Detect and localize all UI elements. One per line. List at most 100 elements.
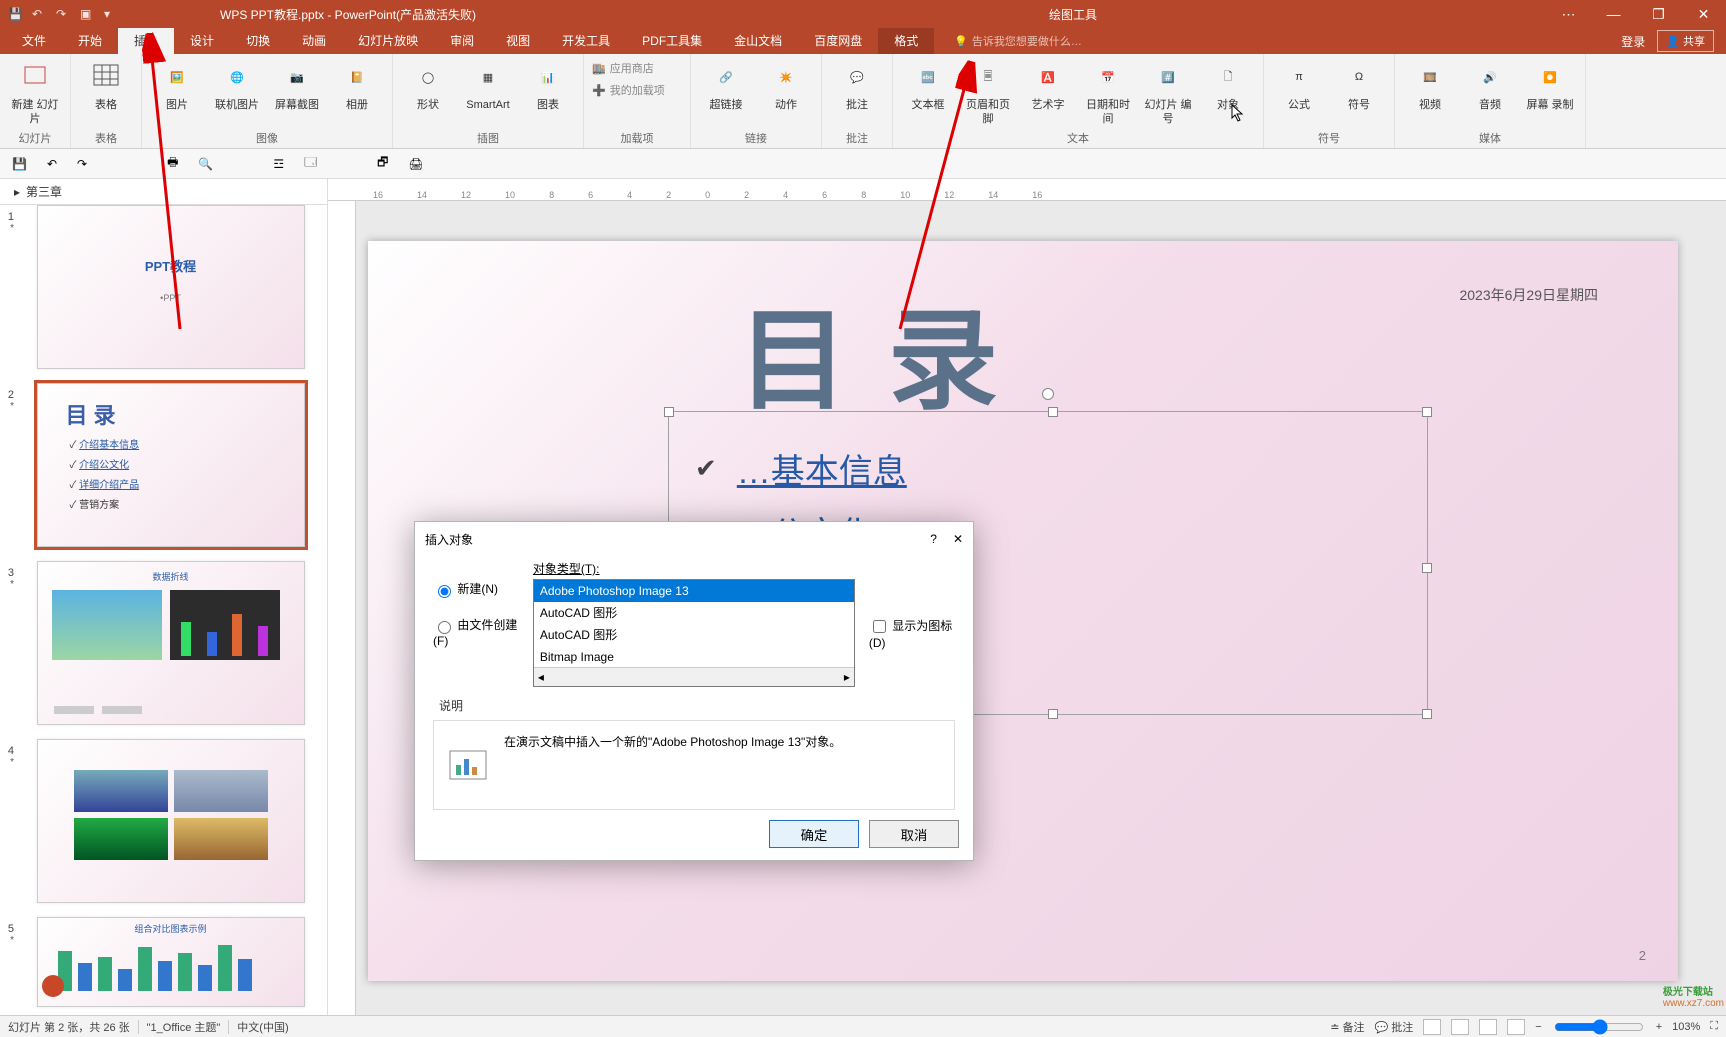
cancel-button[interactable]: 取消 bbox=[869, 820, 959, 848]
tab-insert[interactable]: 插入 bbox=[118, 28, 174, 54]
dialog-close-icon[interactable]: ✕ bbox=[953, 532, 963, 546]
zoom-percent[interactable]: 103% bbox=[1672, 1021, 1700, 1033]
hyperlink-button[interactable]: 🔗超链接 bbox=[699, 60, 753, 112]
resize-handle-se[interactable] bbox=[1422, 709, 1432, 719]
thumb-row-5[interactable]: 5* 组合对比图表示例 bbox=[0, 917, 323, 1015]
view-normal-icon[interactable] bbox=[1423, 1019, 1441, 1035]
notes-button[interactable]: ≐ 备注 bbox=[1330, 1019, 1364, 1035]
ok-button[interactable]: 确定 bbox=[769, 820, 859, 848]
smartart-button[interactable]: ▦SmartArt bbox=[461, 60, 515, 112]
close-button[interactable]: ✕ bbox=[1681, 0, 1726, 28]
view-reading-icon[interactable] bbox=[1479, 1019, 1497, 1035]
tab-file[interactable]: 文件 bbox=[6, 28, 62, 54]
bullet-1[interactable]: ✔…基本信息 bbox=[695, 444, 1401, 493]
resize-handle-s[interactable] bbox=[1048, 709, 1058, 719]
resize-handle-ne[interactable] bbox=[1422, 407, 1432, 417]
fit-to-window-icon[interactable]: ⛶ bbox=[1710, 1020, 1718, 1033]
status-language[interactable]: 中文(中国) bbox=[237, 1019, 288, 1035]
thumb-row-1[interactable]: 1* PPT教程 •PPT bbox=[0, 205, 323, 383]
qat-undo-icon[interactable]: ↶ bbox=[47, 157, 57, 171]
myaddin-button[interactable]: ➕我的加载项 bbox=[592, 82, 682, 98]
list-item[interactable]: Bitmap Image bbox=[534, 646, 854, 668]
view-slideshow-icon[interactable] bbox=[1507, 1019, 1525, 1035]
outline-section-header[interactable]: ▸ 第三章 bbox=[0, 179, 328, 205]
qat-extra2-icon[interactable]: 🗔 bbox=[304, 153, 317, 174]
action-button[interactable]: ✴️动作 bbox=[759, 60, 813, 112]
tab-home[interactable]: 开始 bbox=[62, 28, 118, 54]
screenrec-button[interactable]: ⏺️屏幕 录制 bbox=[1523, 60, 1577, 112]
comments-button[interactable]: 💬 批注 bbox=[1375, 1019, 1414, 1035]
zoom-slider[interactable] bbox=[1554, 1019, 1644, 1035]
wordart-button[interactable]: 🅰️艺术字 bbox=[1021, 60, 1075, 112]
headerfooter-button[interactable]: 🗏页眉和页脚 bbox=[961, 60, 1015, 126]
picture-button[interactable]: 🖼️图片 bbox=[150, 60, 204, 112]
qat-extra4-icon[interactable]: 🖨 bbox=[408, 157, 423, 171]
save-icon[interactable]: 💾 bbox=[8, 7, 22, 21]
undo-icon[interactable]: ↶ bbox=[32, 7, 46, 21]
object-button[interactable]: 🗋 对象 bbox=[1201, 60, 1255, 112]
slideshow-icon[interactable]: ▣ bbox=[80, 7, 94, 21]
radio-new[interactable]: 新建(N) bbox=[433, 580, 519, 598]
qat-print-icon[interactable]: 🖶 bbox=[167, 153, 178, 174]
object-type-listbox[interactable]: Adobe Photoshop Image 13 AutoCAD 图形 Auto… bbox=[533, 579, 855, 687]
tab-slideshow[interactable]: 幻灯片放映 bbox=[342, 28, 434, 54]
screenshot-button[interactable]: 📷屏幕截图 bbox=[270, 60, 324, 112]
tab-dev[interactable]: 开发工具 bbox=[546, 28, 626, 54]
album-button[interactable]: 📔相册 bbox=[330, 60, 384, 112]
dialog-help-icon[interactable]: ? bbox=[930, 532, 937, 546]
login-link[interactable]: 登录 bbox=[1621, 33, 1645, 50]
equation-button[interactable]: π公式 bbox=[1272, 60, 1326, 112]
resize-handle-n[interactable] bbox=[1048, 407, 1058, 417]
qat-extra1-icon[interactable]: ☲ bbox=[273, 157, 284, 171]
resize-handle-nw[interactable] bbox=[664, 407, 674, 417]
comment-button[interactable]: 💬批注 bbox=[830, 60, 884, 112]
dropdown-icon[interactable]: ▾ bbox=[104, 7, 118, 21]
rotate-handle[interactable] bbox=[1042, 388, 1054, 400]
tab-ksdoc[interactable]: 金山文档 bbox=[718, 28, 798, 54]
online-pic-button[interactable]: 🌐联机图片 bbox=[210, 60, 264, 112]
qat-preview-icon[interactable]: 🔍 bbox=[198, 157, 213, 171]
radio-from-file[interactable]: 由文件创建(F) bbox=[433, 616, 519, 648]
thumb-row-4[interactable]: 4* bbox=[0, 739, 323, 917]
tab-transition[interactable]: 切换 bbox=[230, 28, 286, 54]
tab-view[interactable]: 视图 bbox=[490, 28, 546, 54]
symbol-button[interactable]: Ω符号 bbox=[1332, 60, 1386, 112]
tab-pdf[interactable]: PDF工具集 bbox=[626, 28, 718, 54]
redo-icon[interactable]: ↷ bbox=[56, 7, 70, 21]
tab-review[interactable]: 审阅 bbox=[434, 28, 490, 54]
shapes-button[interactable]: ◯形状 bbox=[401, 60, 455, 112]
datetime-button[interactable]: 📅日期和时间 bbox=[1081, 60, 1135, 126]
new-slide-button[interactable]: 新建 幻灯片 bbox=[8, 60, 62, 126]
thumb-row-2[interactable]: 2* 目录 ✓ 介绍基本信息 ✓ 介绍公文化 ✓ 详细介绍产品 ✓ 营销方案 bbox=[0, 383, 323, 561]
slide-title[interactable]: 目录 bbox=[738, 271, 1038, 431]
thumb-row-3[interactable]: 3* 数据折线 bbox=[0, 561, 323, 739]
list-item[interactable]: AutoCAD 图形 bbox=[534, 602, 854, 624]
textbox-button[interactable]: 🔤文本框 bbox=[901, 60, 955, 112]
qat-extra3-icon[interactable]: 🗗 bbox=[377, 153, 388, 174]
share-button[interactable]: 👤 共享 bbox=[1657, 30, 1714, 52]
qat-redo-icon[interactable]: ↷ bbox=[77, 157, 87, 171]
zoom-in-button[interactable]: + bbox=[1656, 1021, 1662, 1033]
tab-animation[interactable]: 动画 bbox=[286, 28, 342, 54]
list-item[interactable]: Adobe Photoshop Image 13 bbox=[534, 580, 854, 602]
minimize-button[interactable]: — bbox=[1591, 0, 1636, 28]
zoom-out-button[interactable]: − bbox=[1535, 1021, 1541, 1033]
chart-button[interactable]: 📊图表 bbox=[521, 60, 575, 112]
qat-save-icon[interactable]: 💾 bbox=[12, 157, 27, 171]
audio-button[interactable]: 🔊音频 bbox=[1463, 60, 1517, 112]
store-button[interactable]: 🏬应用商店 bbox=[592, 60, 682, 76]
ribbon-options-icon[interactable]: ⋯ bbox=[1546, 0, 1591, 28]
view-sorter-icon[interactable] bbox=[1451, 1019, 1469, 1035]
maximize-button[interactable]: ❐ bbox=[1636, 0, 1681, 28]
tab-design[interactable]: 设计 bbox=[174, 28, 230, 54]
show-as-icon-checkbox[interactable]: 显示为图标(D) bbox=[869, 617, 955, 650]
table-button[interactable]: 表格 bbox=[79, 60, 133, 112]
video-button[interactable]: 🎞️视频 bbox=[1403, 60, 1457, 112]
tab-format[interactable]: 格式 bbox=[878, 28, 934, 54]
tab-baidu[interactable]: 百度网盘 bbox=[798, 28, 878, 54]
list-item[interactable]: AutoCAD 图形 bbox=[534, 624, 854, 646]
listbox-hscroll[interactable]: ◂▸ bbox=[534, 668, 854, 686]
tell-me-search[interactable]: 💡 告诉我您想要做什么… bbox=[954, 33, 1082, 49]
slidenumber-button[interactable]: #️⃣幻灯片 编号 bbox=[1141, 60, 1195, 126]
resize-handle-e[interactable] bbox=[1422, 563, 1432, 573]
